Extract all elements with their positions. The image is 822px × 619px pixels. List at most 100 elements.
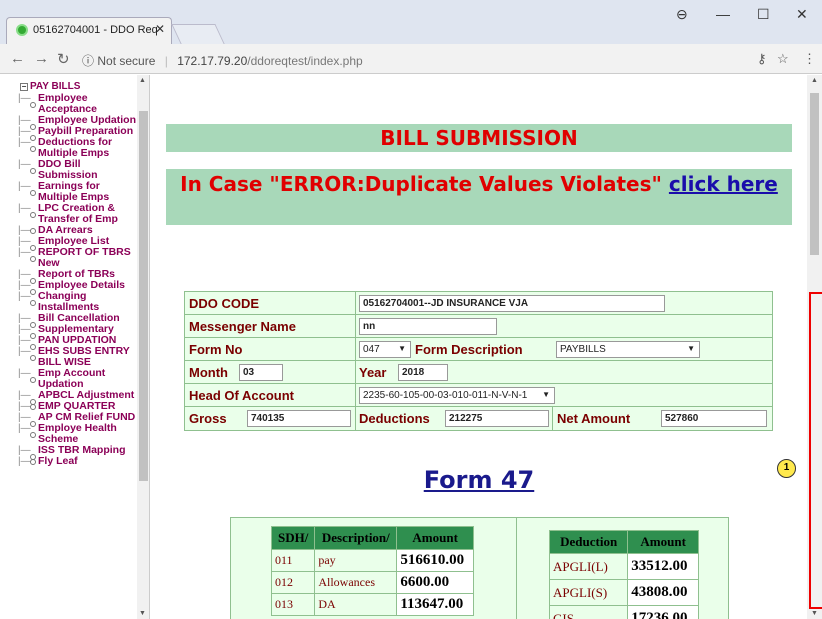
- tree-connector: |—: [18, 423, 31, 434]
- form-no-select[interactable]: 047 ▼: [359, 341, 411, 358]
- tree-connector: |—: [18, 236, 31, 247]
- gross-field[interactable]: 740135: [247, 410, 351, 427]
- ddo-code-field[interactable]: 05162704001--JD INSURANCE VJA: [359, 295, 665, 312]
- divider: [355, 361, 356, 384]
- tree-node-icon: [30, 228, 36, 234]
- deductions-field[interactable]: 212275: [445, 410, 549, 427]
- click-here-link[interactable]: click here: [669, 172, 778, 196]
- form-no-label: Form No: [189, 342, 243, 357]
- sidebar-item-label: LPC Creation & Transfer of Emp: [38, 202, 118, 225]
- error-notice-text: In Case "ERROR:Duplicate Values Violates…: [180, 172, 662, 196]
- url-path: /ddoreqtest/index.php: [247, 54, 363, 68]
- sidebar-item[interactable]: |— ISS TBR Mapping: [18, 445, 138, 460]
- divider: [355, 315, 356, 338]
- table-row: 011 pay 516610.00: [270, 549, 474, 572]
- reload-icon[interactable]: ↻: [57, 50, 70, 68]
- menu-icon[interactable]: ⋮: [803, 51, 816, 67]
- table-row: APGLI(S) 43808.00: [548, 579, 699, 606]
- info-icon[interactable]: ⓘ: [82, 54, 94, 68]
- browser-tab[interactable]: 05162704001 - DDO Req ✕: [6, 17, 172, 44]
- tree-connector: |—: [18, 313, 31, 324]
- scroll-up-icon[interactable]: ▲: [139, 77, 146, 84]
- divider: [355, 292, 356, 315]
- form-desc-value: PAYBILLS: [560, 344, 606, 355]
- hoa-select[interactable]: 2235-60-105-00-03-010-011-N-V-N-1 ▼: [359, 387, 555, 404]
- sidebar-scrollbar[interactable]: ▲ ▼: [137, 75, 149, 619]
- messenger-field[interactable]: nn: [359, 318, 497, 335]
- form-desc-select[interactable]: PAYBILLS ▼: [556, 341, 700, 358]
- sidebar-item-label: REPORT OF TBRS New: [38, 246, 131, 269]
- sidebar-item[interactable]: |— Earnings for Multiple Emps: [18, 181, 138, 203]
- amount-cell: 43808.00: [627, 579, 699, 606]
- deduction-name-cell: APGLI(S): [548, 579, 629, 606]
- tree-node-icon: [30, 432, 36, 438]
- not-secure-label: Not secure: [97, 54, 156, 68]
- col-header-deduction: Deduction: [548, 530, 629, 554]
- tree-connector: |—: [18, 291, 31, 302]
- sidebar-item[interactable]: |— Fly Leaf: [18, 455, 138, 468]
- minimize-icon[interactable]: —: [716, 6, 730, 22]
- chevron-down-icon: ▼: [542, 390, 550, 399]
- sidebar-item[interactable]: |— Emp Account Updation: [18, 368, 138, 390]
- close-window-icon[interactable]: ✕: [796, 6, 808, 23]
- forward-icon[interactable]: →: [34, 50, 49, 67]
- tree-node-icon: [30, 377, 36, 383]
- scroll-down-icon[interactable]: ▼: [139, 610, 146, 617]
- divider: [552, 407, 553, 430]
- collapse-icon[interactable]: −: [20, 83, 28, 91]
- net-amount-label: Net Amount: [557, 411, 631, 426]
- key-icon[interactable]: ⚷: [757, 51, 767, 67]
- back-icon[interactable]: ←: [10, 50, 25, 67]
- net-amount-field[interactable]: 527860: [661, 410, 767, 427]
- row-form-no: Form No 047 ▼ Form Description PAYBILLS ▼: [185, 338, 772, 361]
- new-tab-button[interactable]: [171, 24, 225, 44]
- tree-node-icon: [30, 404, 36, 410]
- table-row: 013 DA 113647.00: [270, 593, 474, 616]
- sidebar-item-label: Emp Account Updation: [38, 367, 106, 390]
- tree-connector: |—: [18, 247, 31, 258]
- desc-cell: DA: [314, 593, 398, 616]
- star-icon[interactable]: ☆: [777, 51, 789, 67]
- sidebar-item[interactable]: |— EHS SUBS ENTRY BILL WISE: [18, 346, 138, 368]
- tree-connector: |—: [18, 115, 31, 126]
- tree-node-icon: [30, 300, 36, 306]
- sidebar-item[interactable]: |— Deductions for Multiple Emps: [18, 137, 138, 159]
- url-field[interactable]: ⓘ Not secure | 172.17.79.20/ddoreqtest/i…: [82, 52, 363, 69]
- sidebar-item-label: Deductions for Multiple Emps: [38, 136, 113, 159]
- tree-root-pay-bills[interactable]: − PAY BILLS: [20, 81, 80, 92]
- chevron-down-icon: ▼: [687, 344, 695, 353]
- row-messenger: Messenger Name nn: [185, 315, 772, 338]
- sidebar-item[interactable]: |— LPC Creation & Transfer of Emp: [18, 203, 138, 225]
- hoa-value: 2235-60-105-00-03-010-011-N-V-N-1: [363, 390, 528, 401]
- sdh-cell: 011: [270, 549, 316, 572]
- sidebar-item[interactable]: |— REPORT OF TBRS New: [18, 247, 138, 269]
- messenger-label: Messenger Name: [189, 319, 296, 334]
- tree-connector: |—: [18, 324, 31, 335]
- deduction-name-cell: GIS: [548, 605, 629, 619]
- col-header-amount: Amount: [627, 530, 699, 554]
- table-row: APGLI(L) 33512.00: [548, 553, 699, 580]
- profile-icon[interactable]: ⊖: [676, 6, 688, 23]
- desc-cell: Allowances: [314, 571, 398, 594]
- month-field[interactable]: 03: [239, 364, 283, 381]
- year-field[interactable]: 2018: [398, 364, 448, 381]
- scroll-up-icon[interactable]: ▲: [811, 77, 818, 84]
- sidebar-item-label: Fly Leaf: [38, 455, 78, 467]
- sidebar-item[interactable]: |— Employe Health Scheme: [18, 423, 138, 445]
- row-month-year: Month 03 Year 2018: [185, 361, 772, 384]
- tree-connector: |—: [18, 456, 31, 467]
- maximize-icon[interactable]: ☐: [757, 6, 770, 23]
- sidebar-item[interactable]: |— Changing Installments: [18, 291, 138, 313]
- sidebar-item[interactable]: |— DDO Bill Submission: [18, 159, 138, 181]
- sidebar-scroll-thumb[interactable]: [139, 111, 148, 481]
- sidebar-item[interactable]: |— Employee Acceptance: [18, 93, 138, 115]
- close-tab-icon[interactable]: ✕: [155, 22, 165, 36]
- form-desc-label: Form Description: [415, 342, 523, 357]
- sdh-cell: 012: [270, 571, 316, 594]
- main-scroll-thumb[interactable]: [810, 93, 819, 255]
- favicon-icon: [16, 24, 28, 36]
- scroll-down-icon[interactable]: ▼: [811, 610, 818, 617]
- sidebar-item-label: EHS SUBS ENTRY BILL WISE: [38, 345, 130, 368]
- tree-connector: |—: [18, 280, 31, 291]
- tree-node-icon: [30, 168, 36, 174]
